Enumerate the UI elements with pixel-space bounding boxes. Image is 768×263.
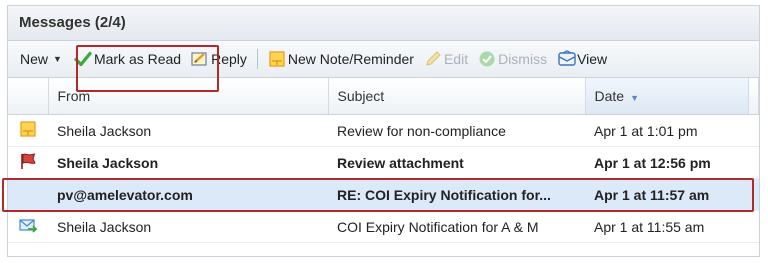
date-cell: Apr 1 at 1:01 pm <box>585 114 748 147</box>
flag-icon <box>19 152 37 170</box>
view-label: View <box>577 51 608 67</box>
subject-cell: Review attachment <box>328 146 585 179</box>
sort-descending-icon: ▼ <box>630 93 639 103</box>
date-cell: Apr 1 at 12:56 pm <box>585 146 748 179</box>
table-row[interactable]: pv@amelevator.com RE: COI Expiry Notific… <box>8 178 759 211</box>
date-column-header[interactable]: Date ▼ <box>585 78 749 115</box>
subject-cell: COI Expiry Notification for A & M <box>328 210 585 243</box>
from-cell: Sheila Jackson <box>48 114 328 147</box>
reply-label: Reply <box>211 51 247 67</box>
panel-title: Messages (2/4) <box>8 6 759 41</box>
dismiss-label: Dismiss <box>498 51 548 67</box>
table-header-row: From Subject Date ▼ <box>8 78 759 115</box>
reply-icon <box>191 50 209 68</box>
mark-as-read-button[interactable]: Mark as Read <box>71 47 184 71</box>
subject-cell: RE: COI Expiry Notification for... <box>328 178 585 211</box>
new-label: New <box>20 51 49 67</box>
messages-panel: Messages (2/4) New ▼ Mark as Read Reply … <box>7 5 760 257</box>
reply-button[interactable]: Reply <box>188 47 250 71</box>
pencil-icon <box>424 50 442 68</box>
subject-cell: Review for non-compliance <box>328 114 585 147</box>
note-icon <box>268 50 286 68</box>
envelope-forward-icon <box>19 216 38 234</box>
message-type-icon-cell <box>8 146 48 179</box>
from-cell: Sheila Jackson <box>48 210 328 243</box>
icon-column-header <box>8 78 49 115</box>
message-type-icon-cell <box>8 210 48 243</box>
table-row[interactable]: Sheila Jackson COI Expiry Notification f… <box>8 210 759 243</box>
mark-as-read-label: Mark as Read <box>93 51 182 67</box>
dismiss-check-icon <box>478 50 496 68</box>
toolbar: New ▼ Mark as Read Reply New Note/Remind… <box>8 41 759 78</box>
dropdown-arrow-icon: ▼ <box>53 54 62 64</box>
from-cell: pv@amelevator.com <box>48 178 328 211</box>
new-button[interactable]: New ▼ <box>17 47 65 71</box>
view-button[interactable]: View <box>554 47 610 71</box>
table-row[interactable]: Sheila Jackson Review for non-compliance… <box>8 114 759 147</box>
new-note-reminder-button[interactable]: New Note/Reminder <box>265 47 417 71</box>
messages-table: From Subject Date ▼ Sheila Jackson Review… <box>8 78 759 243</box>
edit-label: Edit <box>443 51 469 67</box>
date-cell: Apr 1 at 11:55 am <box>585 210 748 243</box>
message-type-icon-cell <box>8 178 48 211</box>
view-envelope-icon <box>557 50 576 68</box>
spacer-column-header <box>748 78 759 115</box>
from-cell: Sheila Jackson <box>48 146 328 179</box>
toolbar-separator <box>256 49 258 69</box>
date-cell: Apr 1 at 11:57 am <box>585 178 748 211</box>
table-row[interactable]: Sheila Jackson Review attachment Apr 1 a… <box>8 146 759 179</box>
note-icon <box>19 120 37 138</box>
edit-button[interactable]: Edit <box>421 47 471 71</box>
message-type-icon-cell <box>8 114 48 147</box>
subject-column-header[interactable]: Subject <box>328 78 586 115</box>
from-column-header[interactable]: From <box>48 78 329 115</box>
dismiss-button[interactable]: Dismiss <box>475 47 550 71</box>
checkmark-icon <box>74 50 92 68</box>
new-note-reminder-label: New Note/Reminder <box>287 51 414 67</box>
